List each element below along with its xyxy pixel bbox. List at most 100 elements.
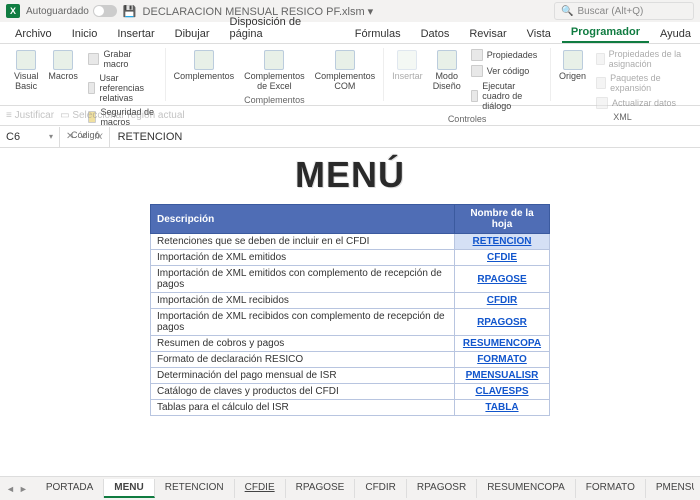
cell-desc[interactable]: Catálogo de claves y productos del CFDI — [151, 384, 455, 400]
tab-nav-next[interactable]: ► — [19, 484, 28, 494]
ribbon-tab-fórmulas[interactable]: Fórmulas — [346, 25, 410, 43]
autosave-toggle[interactable]: Autoguardado — [26, 5, 117, 17]
sel-region-button[interactable]: ▭ Seleccionar región actual — [60, 110, 185, 121]
cell-desc[interactable]: Resumen de cobros y pagos — [151, 336, 455, 352]
paquetes-button[interactable]: Paquetes de expansión — [594, 72, 688, 94]
ribbon-tab-dibujar[interactable]: Dibujar — [166, 25, 219, 43]
sheet-tab-portada[interactable]: PORTADA — [36, 479, 104, 498]
group-label-complementos: Complementos — [244, 95, 305, 105]
formula-text: RETENCION — [118, 131, 183, 143]
ribbon-tab-ayuda[interactable]: Ayuda — [651, 25, 700, 43]
cell-desc[interactable]: Importación de XML emitidos — [151, 250, 455, 266]
insert-icon — [397, 50, 417, 70]
sheet-tab-retencion[interactable]: RETENCION — [155, 479, 235, 498]
name-box[interactable]: C6▾ — [0, 127, 60, 147]
fx-icon[interactable]: fx — [95, 131, 103, 142]
chevron-down-icon[interactable]: ▾ — [49, 132, 53, 141]
sheet-tab-bar: ◄ ► PORTADAMENURETENCIONCFDIERPAGOSECFDI… — [0, 476, 700, 500]
worksheet-area[interactable]: MENÚ Descripción Nombre de la hoja Reten… — [0, 148, 700, 476]
cell-desc[interactable]: Importación de XML emitidos con compleme… — [151, 266, 455, 293]
sheet-link[interactable]: RPAGOSR — [455, 309, 550, 336]
sheet-link[interactable]: CFDIR — [455, 293, 550, 309]
table-row: Importación de XML emitidosCFDIE — [151, 250, 550, 266]
expansion-icon — [596, 77, 606, 89]
map-props-icon — [596, 53, 605, 65]
complementos-com-button[interactable]: Complementos COM — [313, 48, 378, 93]
ribbon-tab-programador[interactable]: Programador — [562, 23, 649, 43]
table-row: Importación de XML recibidos con complem… — [151, 309, 550, 336]
sheet-link[interactable]: RETENCION — [455, 234, 550, 250]
sheet-link[interactable]: PMENSUALISR — [455, 368, 550, 384]
table-row: Resumen de cobros y pagosRESUMENCOPA — [151, 336, 550, 352]
complementos-button[interactable]: Complementos — [172, 48, 237, 83]
propiedades-button[interactable]: Propiedades — [469, 48, 544, 62]
grabar-macro-button[interactable]: Grabar macro — [86, 48, 159, 70]
ribbon-tab-archivo[interactable]: Archivo — [6, 25, 61, 43]
actualizar-button: Actualizar datos — [594, 96, 688, 110]
vb-icon — [16, 50, 36, 70]
ejecutar-dialogo-button[interactable]: Ejecutar cuadro de diálogo — [469, 80, 544, 112]
group-label-controles: Controles — [448, 114, 487, 124]
record-icon — [88, 53, 100, 65]
complementos-excel-button[interactable]: Complementos de Excel — [242, 48, 307, 93]
table-row: Tablas para el cálculo del ISRTABLA — [151, 400, 550, 416]
menu-table: Descripción Nombre de la hoja Retencione… — [150, 204, 550, 416]
table-row: Importación de XML recibidosCFDIR — [151, 293, 550, 309]
col-nombre-hoja: Nombre de la hoja — [455, 205, 550, 234]
design-icon — [437, 50, 457, 70]
save-icon[interactable]: 💾 — [123, 5, 137, 18]
tab-nav-prev[interactable]: ◄ — [6, 484, 15, 494]
cell-desc[interactable]: Tablas para el cálculo del ISR — [151, 400, 455, 416]
ref-relativas-button[interactable]: Usar referencias relativas — [86, 72, 159, 104]
sheet-link[interactable]: RESUMENCOPA — [455, 336, 550, 352]
cell-desc[interactable]: Importación de XML recibidos — [151, 293, 455, 309]
sheet-tab-rpagose[interactable]: RPAGOSE — [286, 479, 356, 498]
cell-desc[interactable]: Determinación del pago mensual de ISR — [151, 368, 455, 384]
sheet-link[interactable]: RPAGOSE — [455, 266, 550, 293]
refresh-icon — [596, 97, 608, 109]
macros-button[interactable]: Macros — [46, 48, 80, 83]
cancel-formula-icon[interactable]: ✕ — [66, 131, 74, 142]
menu-title: MENÚ — [0, 154, 700, 196]
sheet-tab-rpagosr[interactable]: RPAGOSR — [407, 479, 477, 498]
ribbon-tabs: ArchivoInicioInsertarDibujarDisposición … — [0, 22, 700, 44]
ribbon-tab-disposición-de-página[interactable]: Disposición de página — [221, 13, 344, 43]
run-icon — [471, 90, 479, 102]
code-icon — [471, 65, 483, 77]
excel-addins-icon — [264, 50, 284, 70]
modo-diseno-button[interactable]: Modo Diseño — [431, 48, 463, 93]
table-row: Determinación del pago mensual de ISRPME… — [151, 368, 550, 384]
sheet-link[interactable]: CFDIE — [455, 250, 550, 266]
ribbon-tab-vista[interactable]: Vista — [518, 25, 560, 43]
col-descripcion: Descripción — [151, 205, 455, 234]
sheet-tab-cfdie[interactable]: CFDIE — [235, 479, 286, 498]
origen-button[interactable]: Origen — [557, 48, 588, 83]
cell-desc[interactable]: Retenciones que se deben de incluir en e… — [151, 234, 455, 250]
ribbon-tab-inicio[interactable]: Inicio — [63, 25, 107, 43]
toggle-switch[interactable] — [93, 5, 117, 17]
search-input[interactable]: 🔍 Buscar (Alt+Q) — [554, 2, 694, 20]
ribbon-tab-datos[interactable]: Datos — [412, 25, 459, 43]
sheet-link[interactable]: FORMATO — [455, 352, 550, 368]
accept-formula-icon[interactable]: ✓ — [80, 131, 88, 142]
formula-bar[interactable]: RETENCION — [110, 131, 700, 143]
ribbon-tab-insertar[interactable]: Insertar — [108, 25, 163, 43]
sheet-tab-resumencopa[interactable]: RESUMENCOPA — [477, 479, 576, 498]
com-addins-icon — [335, 50, 355, 70]
ver-codigo-button[interactable]: Ver código — [469, 64, 544, 78]
cell-desc[interactable]: Formato de declaración RESICO — [151, 352, 455, 368]
sheet-tab-menu[interactable]: MENU — [104, 479, 154, 498]
insertar-control-button[interactable]: Insertar — [390, 48, 425, 83]
cell-desc[interactable]: Importación de XML recibidos con complem… — [151, 309, 455, 336]
justificar-button[interactable]: ≡ Justificar — [6, 110, 54, 121]
sheet-tab-formato[interactable]: FORMATO — [576, 479, 646, 498]
sheet-tab-pmensualisr[interactable]: PMENSUALISR — [646, 479, 694, 498]
sheet-link[interactable]: TABLA — [455, 400, 550, 416]
sheet-tab-cfdir[interactable]: CFDIR — [355, 479, 407, 498]
ribbon-tab-revisar[interactable]: Revisar — [460, 25, 515, 43]
sheet-link[interactable]: CLAVESPS — [455, 384, 550, 400]
prop-asignacion-button: Propiedades de la asignación — [594, 48, 688, 70]
visual-basic-button[interactable]: Visual Basic — [12, 48, 40, 93]
macros-icon — [53, 50, 73, 70]
search-icon: 🔍 — [561, 6, 573, 17]
